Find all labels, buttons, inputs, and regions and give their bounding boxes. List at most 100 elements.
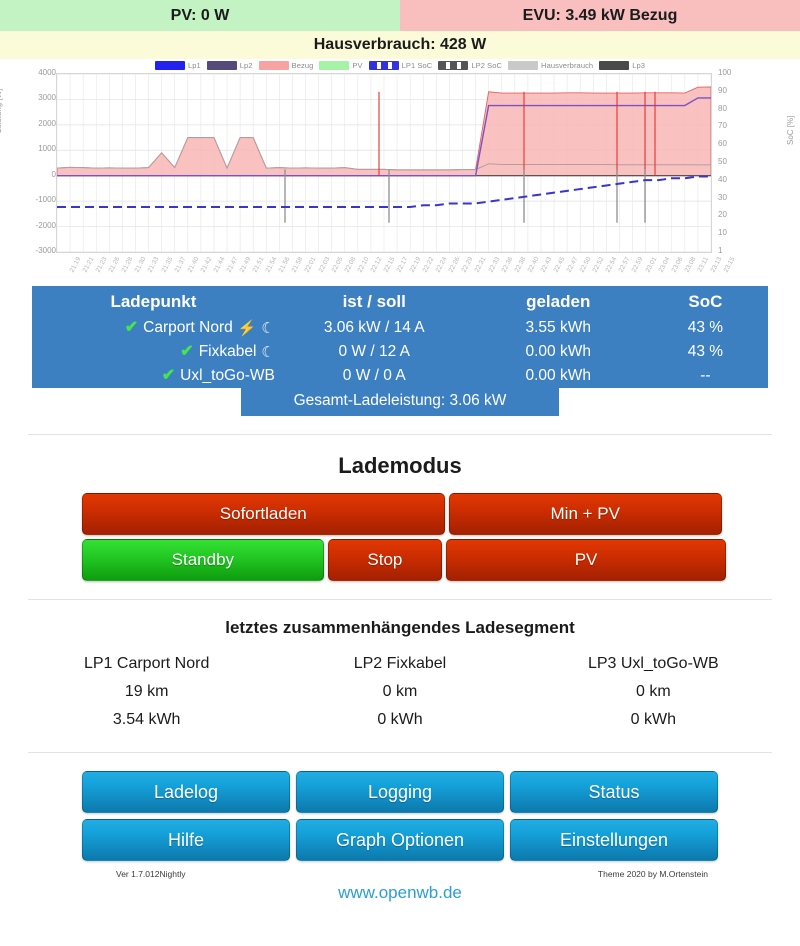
legend-swatch-icon	[599, 61, 630, 70]
navigation-section: Ladelog Logging Status Hilfe Graph Optionen…	[0, 771, 800, 861]
divider-3	[28, 752, 772, 753]
table-header-row: Ladepunkt ist / soll geladen SoC	[32, 286, 768, 316]
nav-button-graph-optionen[interactable]: Graph Optionen	[296, 819, 504, 861]
chart-xtick: 22:54	[604, 256, 619, 274]
chart-xtick: 23:04	[657, 256, 672, 274]
chart-ytick: -3000	[35, 246, 56, 255]
chart-xtick: 21:21	[81, 256, 96, 274]
chart-ytick: 1000	[38, 144, 56, 154]
legend-item[interactable]: LP2 SoC	[438, 61, 502, 70]
legend-item[interactable]: Lp1	[154, 61, 201, 70]
nav-button-einstellungen[interactable]: Einstellungen	[510, 819, 718, 861]
check-icon: ✔	[124, 319, 139, 336]
ladepunkt-name-cell: ✔ Carport Nord ⚡ ☾	[32, 316, 275, 340]
chart-ylabel-right: SoC [%]	[786, 115, 795, 145]
soc-cell: 43 %	[687, 343, 724, 360]
lademodus-button-sofortladen[interactable]: Sofortladen	[82, 493, 445, 535]
chart-xtick: 21:44	[212, 256, 227, 274]
chart-xtick: 23:13	[709, 256, 724, 274]
legend-item[interactable]: PV	[319, 61, 363, 70]
geladen-cell: 0.00 kWh	[525, 367, 591, 384]
chart-xtick: 23:15	[722, 256, 737, 274]
legend-swatch-icon	[319, 61, 350, 70]
chart-svg	[57, 74, 711, 252]
pv-status: PV: 0 W	[0, 0, 400, 31]
chart-xtick: 22:05	[330, 256, 345, 274]
chart-ytick: 3000	[38, 93, 56, 103]
ladepunkt-label: Fixkabel	[198, 343, 257, 360]
legend-item[interactable]: Bezug	[258, 61, 314, 70]
column-header-ist-soll: ist / soll	[342, 292, 406, 311]
ladepunkt-label: Carport Nord	[143, 319, 233, 336]
legend-label: Lp3	[632, 61, 646, 70]
nav-button-hilfe[interactable]: Hilfe	[82, 819, 290, 861]
ladesegment-title: letztes zusammenhängendes Ladesegment	[225, 618, 575, 637]
check-icon: ✔	[161, 367, 176, 384]
table-row: ✔ Fixkabel ☾ 0 W / 12 A 0.00 kWh 43 %	[32, 340, 768, 364]
ladepunkt-name-cell: ✔ Uxl_toGo-WB	[32, 364, 275, 388]
geladen-cell: 0.00 kWh	[525, 343, 591, 360]
chart-xtick: 23:08	[683, 256, 698, 274]
moon-icon: ☾	[261, 319, 275, 337]
chart-xtick: 22:22	[421, 256, 436, 274]
chart-xtick: 21:28	[120, 256, 135, 274]
nav-button-ladelog[interactable]: Ladelog	[82, 771, 290, 813]
chart-plot-area	[56, 73, 712, 253]
evu-status: EVU: 3.49 kW Bezug	[400, 0, 800, 31]
openwb-link[interactable]: www.openwb.de	[82, 883, 718, 903]
divider-1	[28, 434, 772, 435]
chart-xtick: 21:47	[225, 256, 240, 274]
chart-xtick: 21:54	[264, 256, 279, 274]
legend-item[interactable]: Lp3	[599, 61, 645, 70]
chart-ytick: 60	[718, 139, 727, 149]
chart-xtick: 21:51	[251, 256, 266, 274]
chart-xtick: 22:15	[382, 256, 397, 274]
chart-ytick: 10	[718, 228, 727, 238]
legend-label: Bezug	[291, 61, 314, 70]
legend-label: Hausverbrauch	[541, 61, 594, 70]
lademodus-button-row-1: Sofortladen Min + PV	[82, 493, 722, 535]
check-icon: ✔	[180, 343, 194, 360]
legend-item[interactable]: LP1 SoC	[368, 61, 433, 70]
chart-ytick: 40	[718, 174, 727, 184]
chart-xtick: 21:42	[199, 256, 214, 274]
chart-xtick: 22:26	[447, 256, 462, 274]
lademodus-button-row-2: Standby Stop PV	[82, 539, 726, 581]
ladesegment-kwh: 0 kWh	[377, 711, 423, 728]
legend-swatch-icon	[438, 61, 469, 70]
nav-button-logging[interactable]: Logging	[296, 771, 504, 813]
chart-xtick: 21:35	[160, 256, 175, 274]
legend-swatch-icon	[206, 61, 237, 70]
chart-xtick: 22:17	[395, 256, 410, 274]
chart-xtick: 21:33	[147, 256, 161, 274]
ladepunkt-name-wrap: ✔ Carport Nord ⚡ ☾	[125, 319, 275, 337]
ist-soll-cell: 3.06 kW / 14 A	[323, 319, 425, 336]
ladepunkt-name-wrap: ✔ Uxl_toGo-WB	[162, 367, 275, 385]
table-row: ✔ Uxl_toGo-WB 0 W / 0 A 0.00 kWh --	[32, 364, 768, 388]
chart-xtick: 22:19	[408, 256, 423, 274]
lademodus-button-stop[interactable]: Stop	[327, 539, 443, 581]
ladesegment-section: letztes zusammenhängendes Ladesegment LP…	[0, 618, 800, 734]
lademodus-title: Lademodus	[338, 453, 462, 478]
legend-item[interactable]: Lp2	[206, 61, 253, 70]
legend-swatch-icon	[154, 61, 185, 70]
chart-ytick: 70	[718, 121, 727, 131]
lademodus-button-pv[interactable]: PV	[446, 539, 726, 581]
chart-xtick: 22:24	[434, 256, 449, 274]
chart-ytick: 50	[718, 157, 727, 166]
chart-ytick: 2000	[38, 118, 56, 128]
version-label: Ver 1.7.012Nightly	[116, 869, 186, 879]
column-header-soc: SoC	[688, 292, 723, 311]
chart-xtick: 23:01	[644, 256, 658, 274]
legend-item[interactable]: Hausverbrauch	[508, 61, 593, 70]
chart-ytick: 80	[718, 103, 727, 113]
chart-ytick: 20	[718, 210, 727, 220]
soc-cell: --	[700, 367, 711, 384]
chart-xtick: 22:59	[631, 256, 645, 274]
nav-button-status[interactable]: Status	[510, 771, 718, 813]
lademodus-section: Lademodus Sofortladen Min + PV Standby Sto…	[0, 453, 800, 581]
legend-swatch-icon	[258, 61, 289, 70]
lademodus-button-standby[interactable]: Standby	[82, 539, 324, 581]
lademodus-button-min-pv[interactable]: Min + PV	[448, 493, 722, 535]
chart-ytick: 100	[718, 68, 732, 77]
